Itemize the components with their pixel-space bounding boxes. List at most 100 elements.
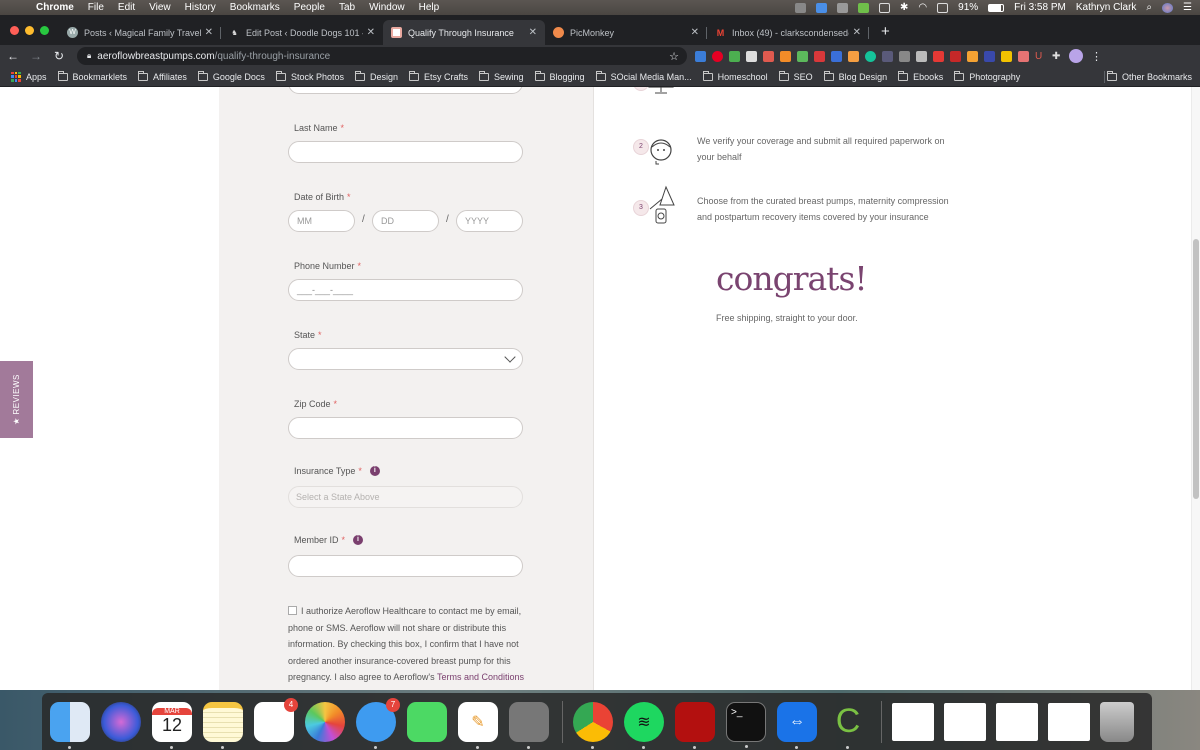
bookmark-folder[interactable]: Stock Photos [275, 70, 344, 82]
recent-pdf-thumbnail[interactable] [944, 702, 986, 741]
address-bar[interactable]: 🔒︎ aeroflowbreastpumps.com /qualify-thro… [77, 47, 687, 65]
buffer-extension-icon[interactable] [746, 50, 757, 62]
extension-icon[interactable] [984, 50, 995, 62]
extension-icon[interactable] [831, 50, 842, 62]
photos-icon[interactable] [305, 701, 345, 742]
new-tab-button[interactable]: + [881, 23, 890, 40]
clock[interactable]: Fri 3:58 PM [1014, 2, 1066, 13]
bookmark-folder[interactable]: SOcial Media Man... [595, 70, 692, 82]
other-bookmarks[interactable]: Other Bookmarks [1106, 70, 1192, 82]
recent-document-thumbnail[interactable] [892, 702, 934, 741]
bookmark-star-icon[interactable]: ☆ [669, 50, 679, 63]
reload-button[interactable]: ↻ [49, 49, 69, 63]
extension-icon[interactable] [763, 50, 774, 62]
bookmark-folder[interactable]: Design [354, 70, 398, 82]
evernote-tray-icon[interactable] [858, 2, 870, 13]
spotify-icon[interactable]: ≋ [624, 701, 664, 749]
tab-edit-post[interactable]: ♞ Edit Post ‹ Doodle Dogs 101 — ✕ [221, 20, 383, 45]
notes-icon[interactable] [203, 701, 243, 749]
siri-icon[interactable] [101, 701, 141, 742]
bookmark-apps[interactable]: Apps [11, 71, 47, 82]
menu-history[interactable]: History [185, 2, 216, 13]
camtasia-icon[interactable]: C [828, 702, 868, 749]
bookmark-folder[interactable]: Photography [954, 70, 1020, 82]
member-id-input[interactable] [288, 555, 523, 577]
profile-avatar[interactable] [1069, 49, 1083, 63]
extension-icon[interactable] [899, 50, 910, 62]
tab-posts[interactable]: W Posts ‹ Magical Family Travel G ✕ [59, 20, 221, 45]
terms-link[interactable]: Terms and Conditions [437, 672, 524, 682]
menu-bookmarks[interactable]: Bookmarks [230, 2, 280, 13]
menu-help[interactable]: Help [419, 2, 440, 13]
maximize-window-button[interactable] [40, 26, 49, 35]
menu-app[interactable]: Chrome [36, 2, 74, 13]
extension-icon[interactable] [916, 50, 927, 62]
recent-web-thumbnail[interactable] [1048, 702, 1090, 741]
chrome-menu-icon[interactable]: ⋮ [1091, 50, 1102, 63]
menu-tab[interactable]: Tab [339, 2, 355, 13]
extensions-puzzle-icon[interactable]: ✚ [1052, 51, 1063, 62]
zip-input[interactable] [288, 417, 523, 439]
user-name[interactable]: Kathryn Clark [1076, 2, 1137, 13]
menu-view[interactable]: View [149, 2, 171, 13]
close-tab-icon[interactable]: ✕ [691, 27, 699, 38]
close-tab-icon[interactable]: ✕ [529, 27, 537, 38]
teamviewer-icon[interactable]: ⇔ [777, 701, 817, 749]
facetime-icon[interactable] [407, 701, 447, 742]
close-tab-icon[interactable]: ✕ [367, 27, 375, 38]
bookmark-folder[interactable]: Bookmarklets [57, 70, 127, 82]
state-select[interactable] [288, 348, 523, 370]
lock-icon[interactable]: 🔒︎ [87, 51, 91, 61]
reminders-icon[interactable]: 4 [254, 697, 298, 742]
phone-input[interactable]: ___-___-____ [288, 279, 523, 301]
insurance-type-select[interactable]: Select a State Above [288, 486, 523, 508]
battery-icon[interactable] [988, 3, 1005, 12]
bookmark-folder[interactable]: SEO [778, 70, 813, 82]
acrobat-icon[interactable] [675, 701, 715, 749]
siri-icon[interactable] [1162, 2, 1174, 13]
chrome-icon[interactable] [573, 701, 613, 749]
acrobat-extension-icon[interactable] [950, 50, 961, 62]
extension-icon[interactable] [797, 50, 808, 62]
tab-picmonkey[interactable]: PicMonkey ✕ [545, 20, 707, 45]
notification-center-icon[interactable]: ☰ [1183, 2, 1192, 13]
extension-icon[interactable] [814, 50, 825, 62]
bookmark-folder[interactable]: Blog Design [823, 70, 887, 82]
creative-cloud-icon[interactable] [837, 2, 849, 13]
close-tab-icon[interactable]: ✕ [205, 27, 213, 38]
bluetooth-icon[interactable]: ✱ [900, 2, 908, 13]
scrollbar-thumb[interactable] [1193, 239, 1199, 499]
tray-app-icon[interactable] [795, 2, 807, 13]
consent-checkbox[interactable] [288, 606, 297, 615]
bookmark-folder[interactable]: Etsy Crafts [408, 70, 468, 82]
extension-icon[interactable] [1018, 50, 1029, 62]
last-name-input[interactable] [288, 141, 523, 163]
minimize-window-button[interactable] [25, 26, 34, 35]
grammarly-extension-icon[interactable] [865, 50, 876, 62]
extension-icon[interactable]: U [1035, 51, 1046, 62]
airplay-icon[interactable] [879, 2, 891, 13]
messages-icon[interactable]: 7 [356, 697, 400, 749]
spotlight-icon[interactable]: ⌕ [1146, 2, 1152, 13]
bookmark-folder[interactable]: Google Docs [197, 70, 265, 82]
wifi-icon[interactable]: ◠ [918, 2, 927, 13]
extension-icon[interactable] [933, 50, 944, 62]
tab-gmail[interactable]: M Inbox (49) - clarkscondensed@ ✕ [707, 20, 869, 45]
extension-icon[interactable] [729, 50, 740, 62]
bookmark-folder[interactable]: Homeschool [702, 70, 768, 82]
extension-icon[interactable] [848, 50, 859, 62]
recent-video-thumbnail[interactable] [996, 702, 1038, 741]
tray-calendar-icon[interactable] [937, 2, 949, 13]
info-icon[interactable]: i [353, 535, 364, 545]
dob-month-input[interactable]: MM [288, 210, 355, 232]
extension-icon[interactable] [780, 50, 791, 62]
menu-file[interactable]: File [88, 2, 104, 13]
calculator-icon[interactable] [509, 701, 549, 749]
bookmark-folder[interactable]: Ebooks [898, 70, 943, 82]
back-button[interactable]: ← [3, 49, 23, 63]
calendar-icon[interactable]: MAR 12 [152, 701, 192, 749]
forward-button[interactable]: → [26, 49, 46, 63]
terminal-icon[interactable]: >_ [726, 701, 766, 748]
bookmark-folder[interactable]: Blogging [534, 70, 585, 82]
reviews-tab[interactable]: ★ REVIEWS [0, 361, 33, 438]
